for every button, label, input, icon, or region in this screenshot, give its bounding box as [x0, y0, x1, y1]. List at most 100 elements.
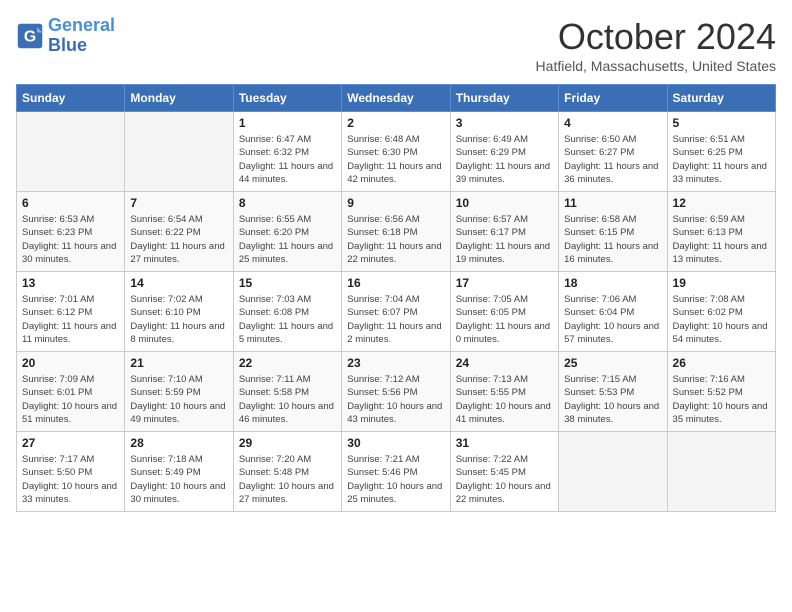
weekday-header-tuesday: Tuesday	[233, 85, 341, 112]
cell-content: Sunrise: 7:06 AM Sunset: 6:04 PM Dayligh…	[564, 293, 661, 346]
calendar-cell: 6 Sunrise: 6:53 AM Sunset: 6:23 PM Daylig…	[17, 192, 125, 272]
calendar-cell: 28 Sunrise: 7:18 AM Sunset: 5:49 PM Dayli…	[125, 432, 233, 512]
calendar-cell: 18 Sunrise: 7:06 AM Sunset: 6:04 PM Dayli…	[559, 272, 667, 352]
calendar-cell: 15 Sunrise: 7:03 AM Sunset: 6:08 PM Dayli…	[233, 272, 341, 352]
cell-content: Sunrise: 6:57 AM Sunset: 6:17 PM Dayligh…	[456, 213, 553, 266]
day-number: 31	[456, 436, 553, 450]
calendar-week-5: 27Sunrise: 7:17 AM Sunset: 5:50 PM Dayli…	[17, 432, 776, 512]
calendar-cell: 20 Sunrise: 7:09 AM Sunset: 6:01 PM Dayli…	[17, 352, 125, 432]
day-number: 21	[130, 356, 227, 370]
calendar-cell: 22 Sunrise: 7:11 AM Sunset: 5:58 PM Dayli…	[233, 352, 341, 432]
cell-content: Sunrise: 7:03 AM Sunset: 6:08 PM Dayligh…	[239, 293, 336, 346]
day-number: 4	[564, 116, 661, 130]
calendar-cell	[125, 112, 233, 192]
cell-content: Sunrise: 7:12 AM Sunset: 5:56 PM Dayligh…	[347, 373, 444, 426]
day-number: 15	[239, 276, 336, 290]
logo-text-line2: Blue	[48, 36, 115, 56]
day-number: 25	[564, 356, 661, 370]
cell-content: Sunrise: 7:11 AM Sunset: 5:58 PM Dayligh…	[239, 373, 336, 426]
day-number: 8	[239, 196, 336, 210]
day-number: 13	[22, 276, 119, 290]
cell-content: Sunrise: 7:16 AM Sunset: 5:52 PM Dayligh…	[673, 373, 770, 426]
cell-content: Sunrise: 6:58 AM Sunset: 6:15 PM Dayligh…	[564, 213, 661, 266]
day-number: 28	[130, 436, 227, 450]
day-number: 10	[456, 196, 553, 210]
calendar-cell: 25Sunrise: 7:15 AM Sunset: 5:53 PM Dayli…	[559, 352, 667, 432]
calendar-cell: 14 Sunrise: 7:02 AM Sunset: 6:10 PM Dayli…	[125, 272, 233, 352]
cell-content: Sunrise: 6:59 AM Sunset: 6:13 PM Dayligh…	[673, 213, 770, 266]
day-number: 19	[673, 276, 770, 290]
calendar-cell: 10 Sunrise: 6:57 AM Sunset: 6:17 PM Dayli…	[450, 192, 558, 272]
day-number: 24	[456, 356, 553, 370]
cell-content: Sunrise: 6:53 AM Sunset: 6:23 PM Dayligh…	[22, 213, 119, 266]
cell-content: Sunrise: 7:18 AM Sunset: 5:49 PM Dayligh…	[130, 453, 227, 506]
logo-text-line1: General	[48, 16, 115, 36]
cell-content: Sunrise: 7:02 AM Sunset: 6:10 PM Dayligh…	[130, 293, 227, 346]
logo: G General Blue	[16, 16, 115, 56]
cell-content: Sunrise: 7:08 AM Sunset: 6:02 PM Dayligh…	[673, 293, 770, 346]
calendar-cell: 13 Sunrise: 7:01 AM Sunset: 6:12 PM Dayli…	[17, 272, 125, 352]
calendar-week-4: 20 Sunrise: 7:09 AM Sunset: 6:01 PM Dayli…	[17, 352, 776, 432]
calendar-cell: 19 Sunrise: 7:08 AM Sunset: 6:02 PM Dayli…	[667, 272, 775, 352]
calendar-cell: 27Sunrise: 7:17 AM Sunset: 5:50 PM Dayli…	[17, 432, 125, 512]
calendar-cell: 9 Sunrise: 6:56 AM Sunset: 6:18 PM Daylig…	[342, 192, 450, 272]
day-number: 9	[347, 196, 444, 210]
calendar-cell: 5 Sunrise: 6:51 AM Sunset: 6:25 PM Daylig…	[667, 112, 775, 192]
cell-content: Sunrise: 7:09 AM Sunset: 6:01 PM Dayligh…	[22, 373, 119, 426]
calendar-cell: 31 Sunrise: 7:22 AM Sunset: 5:45 PM Dayli…	[450, 432, 558, 512]
cell-content: Sunrise: 6:51 AM Sunset: 6:25 PM Dayligh…	[673, 133, 770, 186]
logo-icon: G	[16, 22, 44, 50]
calendar-cell: 1Sunrise: 6:47 AM Sunset: 6:32 PM Daylig…	[233, 112, 341, 192]
calendar-cell: 26 Sunrise: 7:16 AM Sunset: 5:52 PM Dayli…	[667, 352, 775, 432]
calendar-cell: 8 Sunrise: 6:55 AM Sunset: 6:20 PM Daylig…	[233, 192, 341, 272]
calendar-cell: 11 Sunrise: 6:58 AM Sunset: 6:15 PM Dayli…	[559, 192, 667, 272]
day-number: 16	[347, 276, 444, 290]
title-section: October 2024 Hatfield, Massachusetts, Un…	[536, 16, 776, 74]
day-number: 7	[130, 196, 227, 210]
cell-content: Sunrise: 7:05 AM Sunset: 6:05 PM Dayligh…	[456, 293, 553, 346]
day-number: 12	[673, 196, 770, 210]
day-number: 5	[673, 116, 770, 130]
calendar-cell: 12 Sunrise: 6:59 AM Sunset: 6:13 PM Dayli…	[667, 192, 775, 272]
cell-content: Sunrise: 7:04 AM Sunset: 6:07 PM Dayligh…	[347, 293, 444, 346]
cell-content: Sunrise: 6:49 AM Sunset: 6:29 PM Dayligh…	[456, 133, 553, 186]
calendar-cell: 16 Sunrise: 7:04 AM Sunset: 6:07 PM Dayli…	[342, 272, 450, 352]
day-number: 6	[22, 196, 119, 210]
day-number: 1	[239, 116, 336, 130]
day-number: 14	[130, 276, 227, 290]
calendar-cell: 30Sunrise: 7:21 AM Sunset: 5:46 PM Dayli…	[342, 432, 450, 512]
calendar-week-2: 6 Sunrise: 6:53 AM Sunset: 6:23 PM Daylig…	[17, 192, 776, 272]
day-number: 2	[347, 116, 444, 130]
calendar-cell: 17 Sunrise: 7:05 AM Sunset: 6:05 PM Dayli…	[450, 272, 558, 352]
calendar-cell: 29Sunrise: 7:20 AM Sunset: 5:48 PM Dayli…	[233, 432, 341, 512]
cell-content: Sunrise: 7:10 AM Sunset: 5:59 PM Dayligh…	[130, 373, 227, 426]
cell-content: Sunrise: 6:54 AM Sunset: 6:22 PM Dayligh…	[130, 213, 227, 266]
cell-content: Sunrise: 6:56 AM Sunset: 6:18 PM Dayligh…	[347, 213, 444, 266]
cell-content: Sunrise: 7:01 AM Sunset: 6:12 PM Dayligh…	[22, 293, 119, 346]
calendar-cell: 21 Sunrise: 7:10 AM Sunset: 5:59 PM Dayli…	[125, 352, 233, 432]
cell-content: Sunrise: 6:50 AM Sunset: 6:27 PM Dayligh…	[564, 133, 661, 186]
month-title: October 2024	[536, 16, 776, 58]
day-number: 11	[564, 196, 661, 210]
page-header: G General Blue October 2024 Hatfield, Ma…	[16, 16, 776, 74]
day-number: 23	[347, 356, 444, 370]
day-number: 18	[564, 276, 661, 290]
cell-content: Sunrise: 7:22 AM Sunset: 5:45 PM Dayligh…	[456, 453, 553, 506]
calendar-cell: 7 Sunrise: 6:54 AM Sunset: 6:22 PM Daylig…	[125, 192, 233, 272]
day-number: 3	[456, 116, 553, 130]
weekday-header-saturday: Saturday	[667, 85, 775, 112]
day-number: 20	[22, 356, 119, 370]
cell-content: Sunrise: 7:17 AM Sunset: 5:50 PM Dayligh…	[22, 453, 119, 506]
calendar-table: SundayMondayTuesdayWednesdayThursdayFrid…	[16, 84, 776, 512]
svg-text:G: G	[24, 28, 36, 45]
weekday-header-row: SundayMondayTuesdayWednesdayThursdayFrid…	[17, 85, 776, 112]
calendar-cell: 23 Sunrise: 7:12 AM Sunset: 5:56 PM Dayli…	[342, 352, 450, 432]
day-number: 22	[239, 356, 336, 370]
weekday-header-friday: Friday	[559, 85, 667, 112]
day-number: 17	[456, 276, 553, 290]
calendar-cell: 24Sunrise: 7:13 AM Sunset: 5:55 PM Dayli…	[450, 352, 558, 432]
day-number: 26	[673, 356, 770, 370]
weekday-header-thursday: Thursday	[450, 85, 558, 112]
cell-content: Sunrise: 6:55 AM Sunset: 6:20 PM Dayligh…	[239, 213, 336, 266]
cell-content: Sunrise: 7:20 AM Sunset: 5:48 PM Dayligh…	[239, 453, 336, 506]
